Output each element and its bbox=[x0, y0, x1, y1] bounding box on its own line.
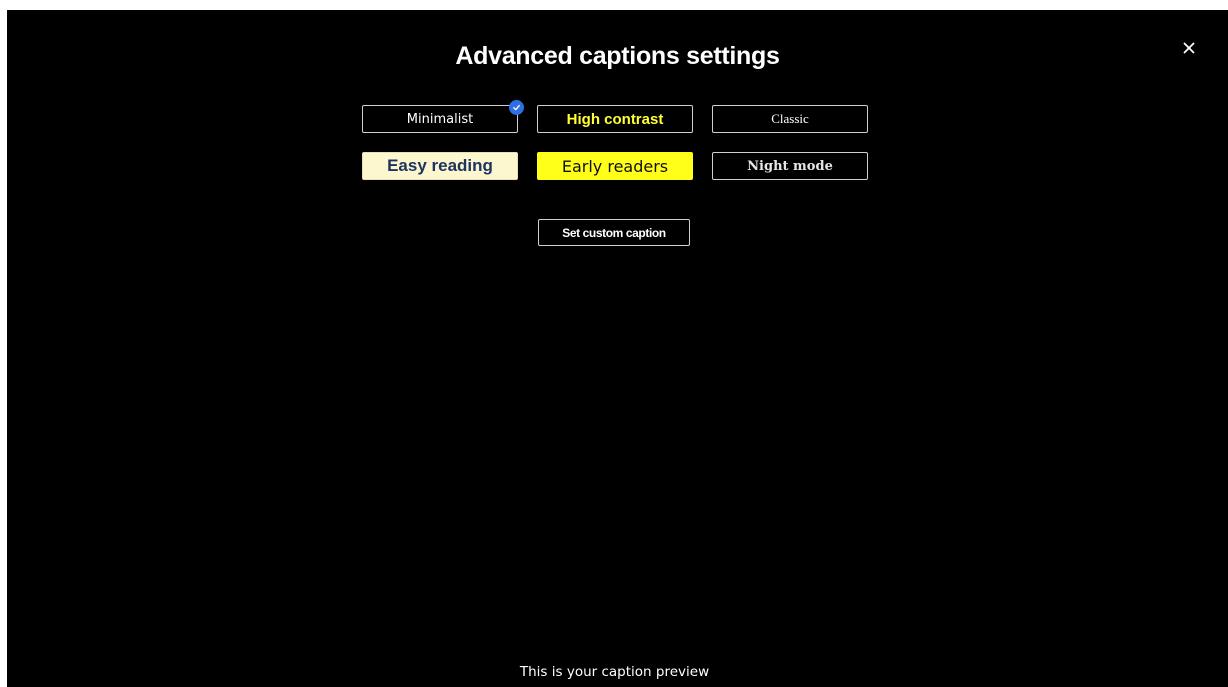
preset-label: Early readers bbox=[561, 156, 669, 176]
preset-label: Easy reading bbox=[387, 156, 493, 175]
preset-label: Classic bbox=[771, 111, 809, 126]
preset-easy-reading-button[interactable]: Easy reading bbox=[362, 152, 518, 180]
dialog-title: Advanced captions settings bbox=[455, 42, 780, 70]
preset-high-contrast-button[interactable]: High contrast bbox=[537, 105, 693, 133]
close-button[interactable] bbox=[1177, 36, 1201, 60]
preset-classic-button[interactable]: Classic bbox=[712, 105, 868, 133]
close-icon bbox=[1183, 42, 1195, 54]
selected-check-icon bbox=[509, 100, 524, 115]
preset-early-readers-button[interactable]: Early readers bbox=[537, 152, 693, 180]
preset-label: High contrast bbox=[566, 110, 664, 128]
caption-preview-text: This is your caption preview bbox=[519, 664, 710, 680]
preset-label: Minimalist bbox=[406, 111, 474, 127]
preset-minimalist-button[interactable]: Minimalist bbox=[362, 100, 524, 133]
set-custom-caption-button[interactable]: Set custom caption bbox=[538, 219, 690, 246]
captions-settings-dialog: Advanced captions settings Minimalist Hi… bbox=[7, 10, 1228, 687]
preset-night-mode-button[interactable]: Night mode bbox=[712, 152, 868, 180]
preset-label: Night mode bbox=[747, 158, 833, 174]
